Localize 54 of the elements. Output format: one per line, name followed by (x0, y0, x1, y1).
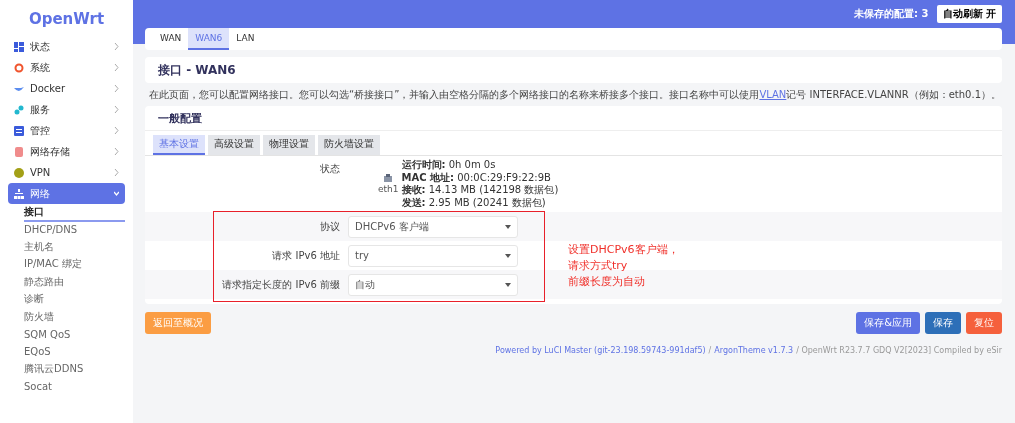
sidebar-subitem[interactable]: 主机名 (24, 239, 125, 257)
sidebar-item[interactable]: 系统 (8, 57, 125, 78)
select-field[interactable]: 自动 (348, 273, 518, 296)
sidebar-item[interactable]: VPN (8, 162, 125, 183)
footer-link[interactable]: ArgonTheme v1.7.3 (714, 346, 794, 355)
sidebar-item[interactable]: 网络 (8, 183, 125, 204)
sidebar-subitem[interactable]: 防火墙 (24, 309, 125, 327)
status-line: 运行时间: 0h 0m 0s (401, 159, 497, 172)
sidebar-subitem[interactable]: SQM QoS (24, 326, 125, 344)
description-text: 在此页面，您可以配置网络接口。您可以勾选“桥接接口”，并输入由空格分隔的多个网络接口的名称来桥接多个接口。接口名称中可以使用VLAN记号 INTERFACE.VLANNR（例如：eth0.1）。 (149, 88, 1002, 101)
section-heading: 一般配置 (145, 111, 1002, 131)
field-label: 请求 IPv6 地址 (271, 248, 340, 263)
field-label: 请求指定长度的 IPv6 前缀 (221, 277, 340, 292)
interface-tab[interactable]: WAN6 (188, 28, 230, 50)
annotation-text: 请求方式try (568, 258, 629, 273)
vlan-link[interactable]: VLAN (759, 89, 787, 100)
openwrt-logo: OpenWrt (27, 9, 106, 30)
sidebar-item[interactable]: Docker (8, 78, 125, 99)
sidebar-subitem[interactable]: 诊断 (24, 291, 125, 309)
sidebar-subitem[interactable]: EQoS (24, 344, 125, 362)
settings-tab[interactable]: 高级设置 (208, 135, 260, 155)
annotation-text: 设置DHCPv6客户端， (568, 242, 679, 257)
device-name: eth1 (378, 184, 399, 194)
status-line: 接收: 14.13 MB (142198 数据包) (401, 184, 559, 197)
sidebar-subitem[interactable]: 腾讯云DDNS (24, 361, 125, 379)
footer-text: / OpenWrt R23.7.7 GDQ V2[2023] Compiled by eSir (796, 346, 1002, 355)
status-line: MAC 地址: 00:0C:29:F9:22:9B (401, 171, 552, 184)
action-button[interactable]: 保存&应用 (856, 312, 920, 334)
page-title: 接口 - WAN6 (145, 57, 1002, 83)
settings-tab[interactable]: 防火墙设置 (318, 135, 380, 155)
field-label: 协议 (319, 219, 340, 234)
status-line: 发送: 2.95 MB (20241 数据包) (401, 196, 547, 209)
sidebar-item[interactable]: 状态 (8, 36, 125, 57)
select-field[interactable]: try (348, 244, 518, 267)
footer-link[interactable]: Powered by LuCI Master (git-23.198.59743-991daf5) (495, 346, 706, 355)
sidebar-item[interactable]: 服务 (8, 99, 125, 120)
unsaved-count: 未保存的配置: 3 (854, 7, 929, 21)
footer-text: / (708, 346, 712, 355)
sidebar-subitem[interactable]: 静态路由 (24, 274, 125, 292)
select-field[interactable]: DHCPv6 客户端 (348, 215, 518, 238)
status-label: 状态 (319, 162, 340, 176)
settings-tab[interactable]: 基本设置 (153, 135, 205, 155)
settings-tab[interactable]: 物理设置 (263, 135, 315, 155)
auto-refresh-button[interactable]: 自动刷新 开 (936, 5, 1002, 23)
sidebar-item[interactable]: 网络存储 (8, 141, 125, 162)
sidebar-subitem[interactable]: DHCP/DNS (24, 221, 125, 239)
sidebar-subitem[interactable]: IP/MAC 绑定 (24, 256, 125, 274)
interface-tab[interactable]: LAN (229, 28, 262, 50)
interface-tab[interactable]: WAN (153, 28, 189, 50)
sidebar-item[interactable]: 管控 (8, 120, 125, 141)
annotation-text: 前缀长度为自动 (568, 274, 646, 289)
sidebar-subitem[interactable]: Socat (24, 379, 125, 397)
action-button[interactable]: 保存 (925, 312, 961, 334)
sidebar-subitem[interactable]: 接口 (24, 204, 125, 222)
